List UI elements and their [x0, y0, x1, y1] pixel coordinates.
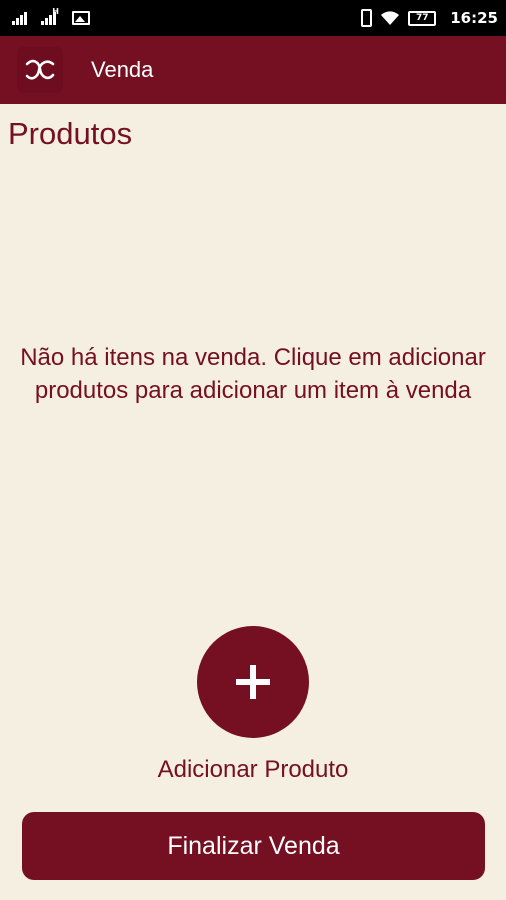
signal-icon [12, 11, 27, 25]
app-title: Venda [91, 57, 154, 82]
image-icon [72, 11, 90, 25]
finish-sale-label: Finalizar Venda [167, 831, 340, 860]
battery-level: 77 [415, 13, 429, 23]
finish-sale-button[interactable]: Finalizar Venda [22, 812, 485, 880]
app-logo-icon[interactable] [17, 47, 63, 93]
app-bar: Venda [0, 36, 506, 104]
empty-state-message: Não há itens na venda. Clique em adicion… [20, 344, 486, 404]
battery-icon: 77 [408, 10, 437, 26]
plus-icon [236, 665, 270, 699]
status-bar-right: 77 16:25 [361, 9, 498, 27]
section-title: Produtos [8, 116, 133, 151]
status-bar: H 77 16:25 [0, 0, 506, 36]
add-product-button[interactable] [197, 626, 309, 738]
app-logo-mark [25, 59, 55, 80]
status-bar-left: H [12, 7, 90, 25]
vibrate-icon [361, 9, 373, 27]
signal-icon: H [41, 7, 59, 25]
status-time: 16:25 [450, 9, 498, 27]
add-product-label: Adicionar Produto [157, 756, 349, 783]
wifi-icon [381, 11, 400, 25]
